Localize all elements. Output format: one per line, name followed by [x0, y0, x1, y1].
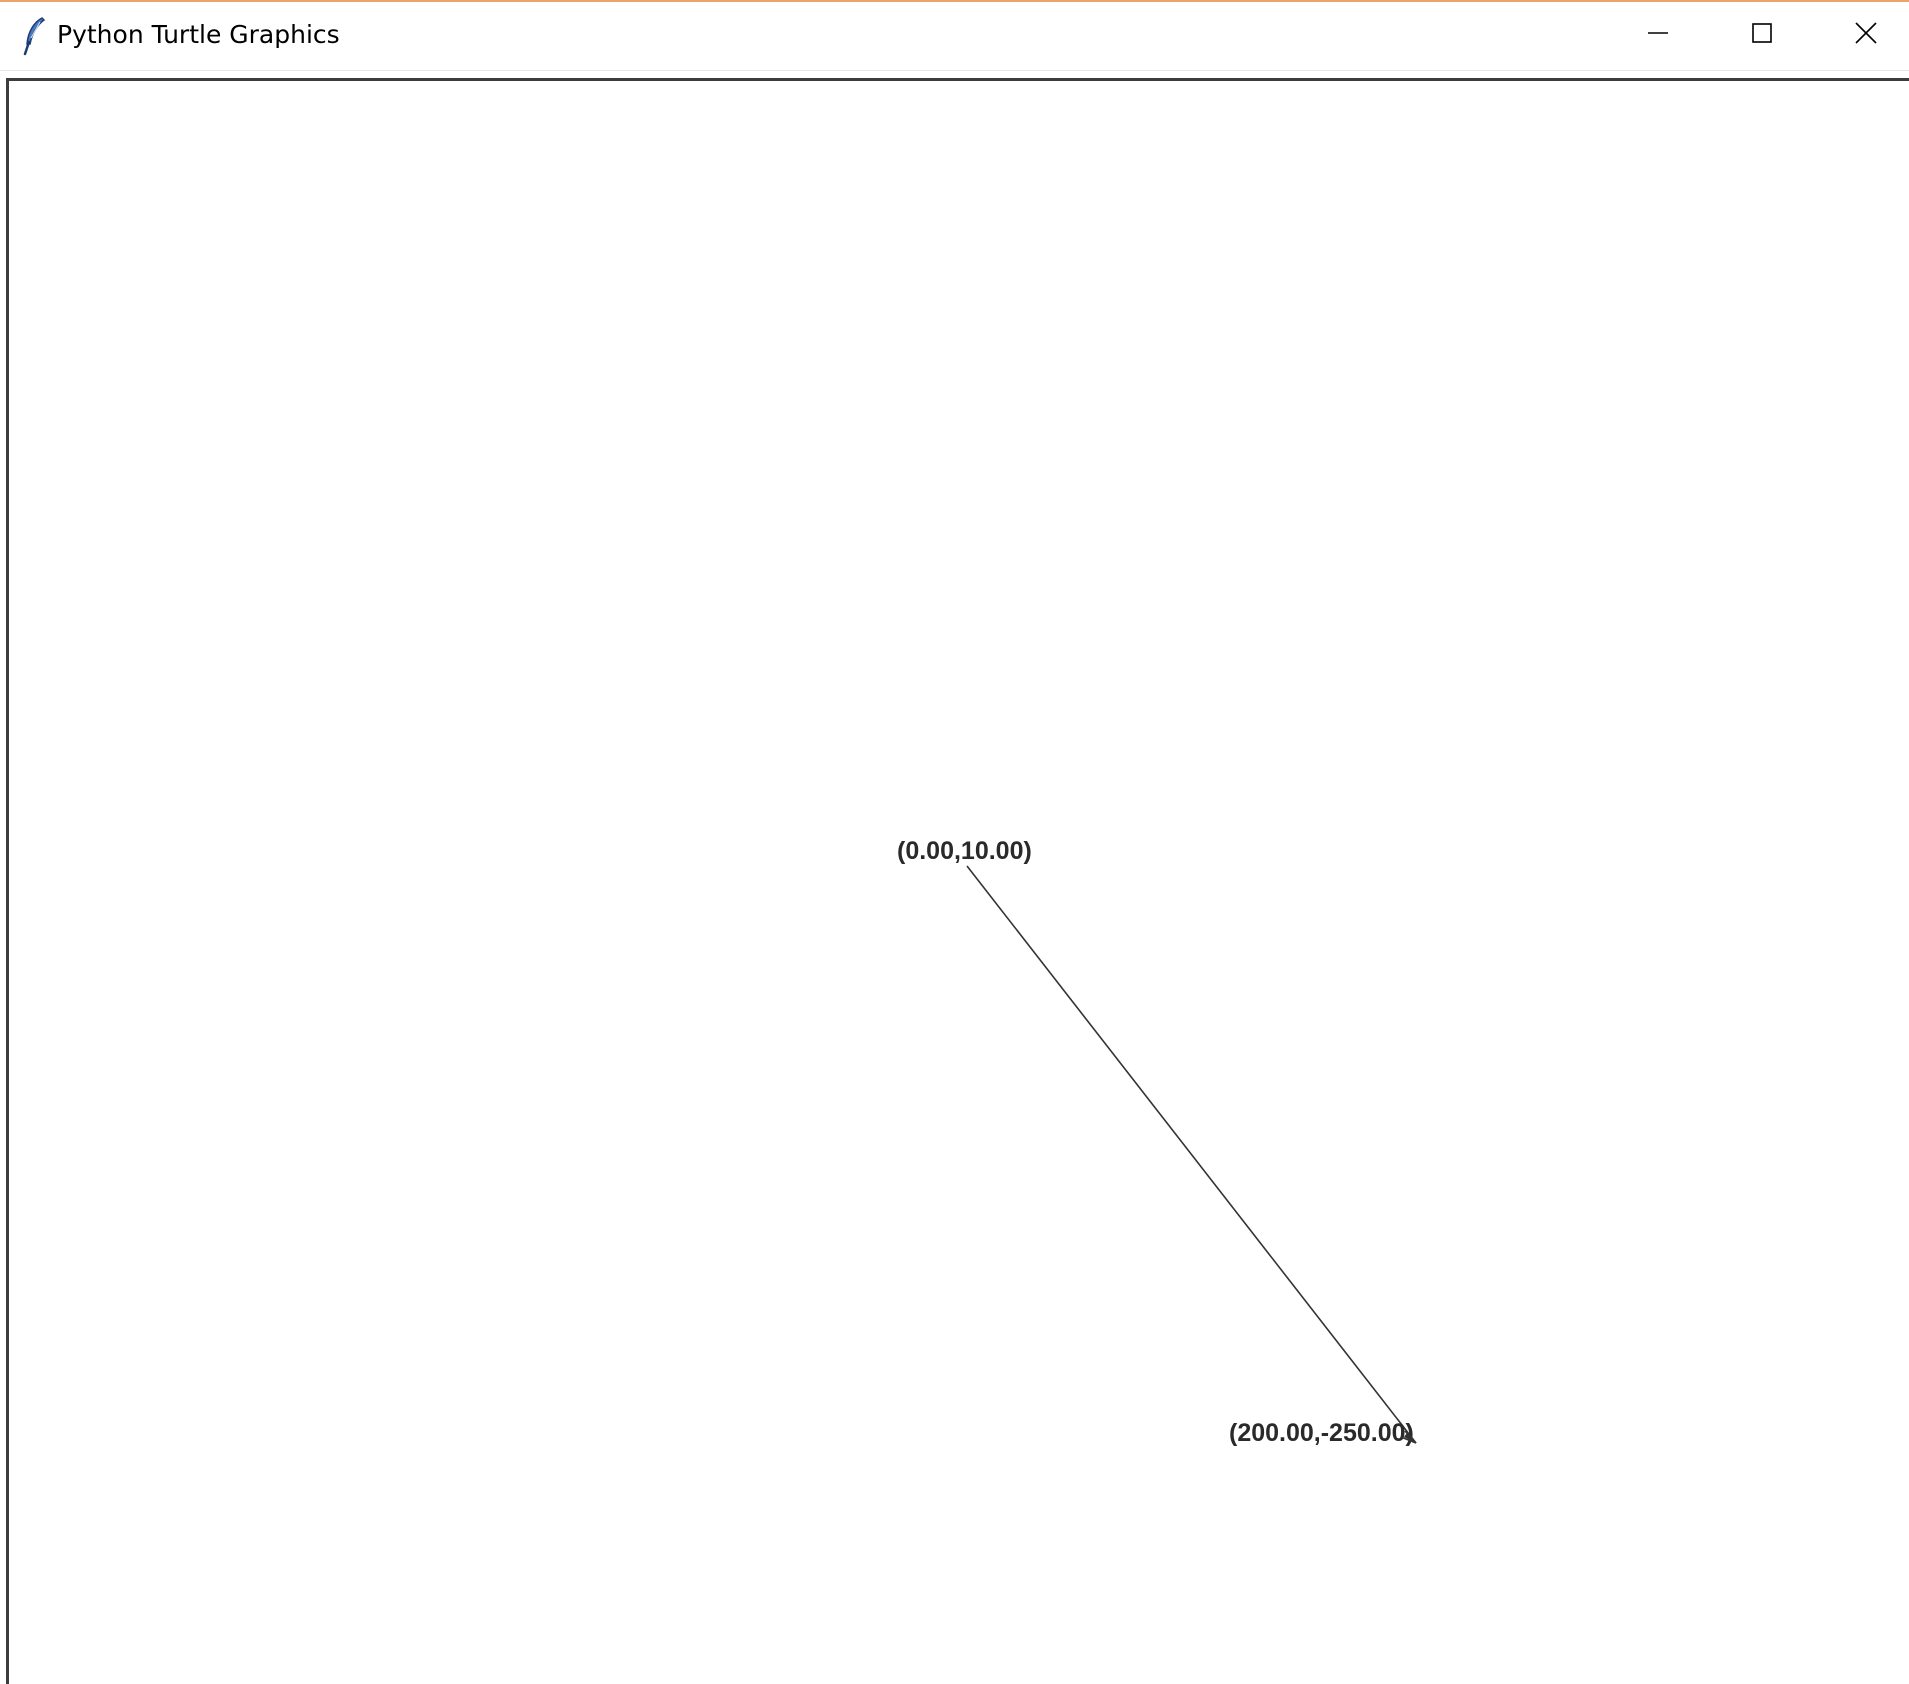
minimize-icon — [1647, 22, 1669, 48]
turtle-canvas[interactable]: (0.00,10.00) (200.00,-250.00) — [6, 78, 1909, 1684]
turtle-drawing: (0.00,10.00) (200.00,-250.00) — [897, 837, 1417, 1447]
close-icon — [1854, 21, 1878, 49]
title-bar[interactable]: Python Turtle Graphics — [0, 2, 1909, 71]
drawn-line — [966, 865, 1417, 1444]
end-coordinate-label: (200.00,-250.00) — [1229, 1419, 1414, 1447]
turtle-window: Python Turtle Graphics (0.00,10.00) (200… — [0, 0, 1909, 1684]
maximize-icon — [1751, 22, 1773, 48]
maximize-button[interactable] — [1710, 2, 1814, 68]
feather-icon — [18, 16, 48, 56]
close-button[interactable] — [1814, 2, 1909, 68]
window-title: Python Turtle Graphics — [57, 20, 340, 49]
minimize-button[interactable] — [1606, 2, 1710, 68]
start-coordinate-label: (0.00,10.00) — [897, 837, 1032, 865]
